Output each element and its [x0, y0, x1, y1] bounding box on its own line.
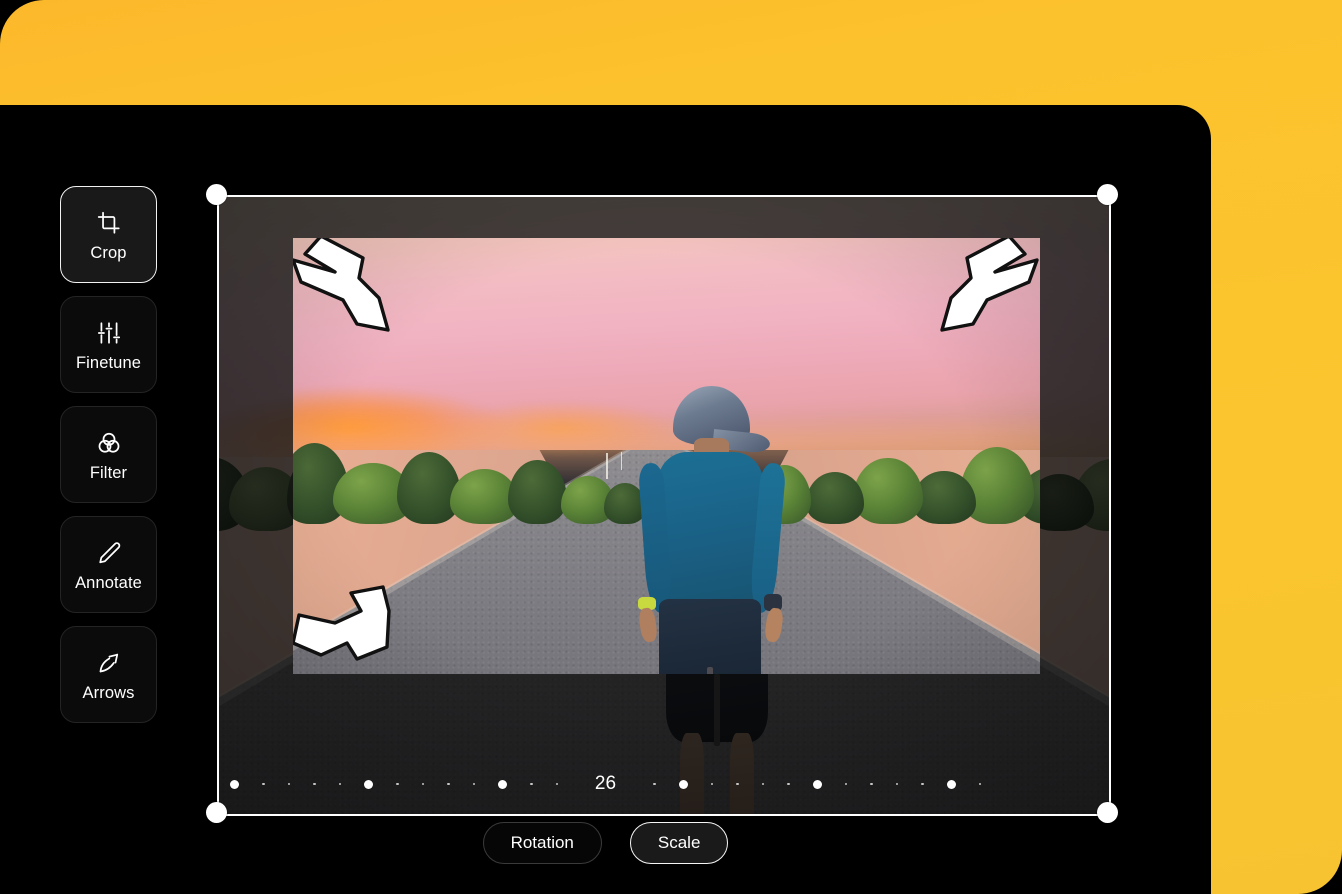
annotation-arrow-bottom-left[interactable]	[293, 585, 391, 674]
ruler-tick	[498, 779, 507, 789]
mode-button-rotation[interactable]: Rotation	[482, 822, 602, 864]
tool-button-finetune[interactable]: Finetune	[60, 296, 157, 393]
ruler-tick	[230, 779, 239, 789]
tool-label-annotate: Annotate	[75, 573, 142, 592]
crop-handle-bottom-left[interactable]	[206, 802, 227, 823]
ruler-tick	[555, 782, 558, 786]
ruler-tick	[736, 782, 739, 786]
ruler-tick	[364, 779, 373, 789]
tool-label-filter: Filter	[89, 463, 128, 482]
ruler-tick	[678, 779, 688, 789]
ruler-left-ticks[interactable]	[219, 777, 570, 791]
crop-handle-top-right[interactable]	[1097, 184, 1118, 205]
pencil-icon	[94, 538, 124, 568]
crop-handle-bottom-right[interactable]	[1097, 802, 1118, 823]
venn-circles-icon	[94, 428, 124, 458]
ruler-tick	[530, 782, 533, 786]
value-ruler[interactable]: 26	[0, 773, 1211, 794]
editor-panel: Crop Finetune Filter Annotate Arrows 26 …	[0, 105, 1211, 894]
annotation-arrow-top-left[interactable]	[293, 238, 401, 334]
tool-rail: Crop Finetune Filter Annotate Arrows	[60, 186, 157, 723]
ruler-tick	[262, 782, 265, 786]
ruler-tick	[287, 782, 290, 786]
transform-mode-row: Rotation Scale	[0, 822, 1211, 864]
ruler-current-value: 26	[594, 773, 617, 794]
ruler-tick	[844, 782, 847, 786]
ruler-tick	[338, 782, 341, 786]
ruler-tick	[812, 779, 822, 789]
ruler-tick	[421, 782, 424, 786]
ruler-tick	[946, 779, 956, 789]
tool-button-filter[interactable]: Filter	[60, 406, 157, 503]
crop-icon	[94, 208, 124, 238]
ruler-tick	[978, 782, 981, 786]
ruler-tick	[787, 782, 790, 786]
ruler-tick	[921, 782, 924, 786]
ruler-tick	[313, 782, 316, 786]
tool-label-finetune: Finetune	[75, 353, 141, 372]
crop-handle-top-left[interactable]	[206, 184, 227, 205]
ruler-right-ticks[interactable]	[642, 777, 993, 791]
ruler-tick	[396, 782, 399, 786]
ruler-tick	[895, 782, 898, 786]
tool-label-arrows: Arrows	[82, 683, 135, 702]
curved-arrow-icon	[94, 648, 124, 678]
ruler-tick	[710, 782, 713, 786]
ruler-tick	[761, 782, 764, 786]
ruler-tick	[472, 782, 475, 786]
ruler-tick	[870, 782, 873, 786]
tool-button-annotate[interactable]: Annotate	[60, 516, 157, 613]
tool-button-crop[interactable]: Crop	[60, 186, 157, 283]
photo-crop-preview[interactable]	[293, 238, 1040, 674]
annotation-arrow-top-right[interactable]	[929, 238, 1039, 334]
crop-stage[interactable]	[206, 184, 1118, 823]
editor-stage: Crop Finetune Filter Annotate Arrows 26 …	[0, 0, 1342, 894]
tool-button-arrows[interactable]: Arrows	[60, 626, 157, 723]
mode-button-scale[interactable]: Scale	[629, 822, 729, 864]
tool-label-crop: Crop	[90, 243, 127, 262]
sliders-icon	[94, 318, 124, 348]
ruler-tick	[447, 782, 450, 786]
ruler-tick	[653, 782, 656, 786]
